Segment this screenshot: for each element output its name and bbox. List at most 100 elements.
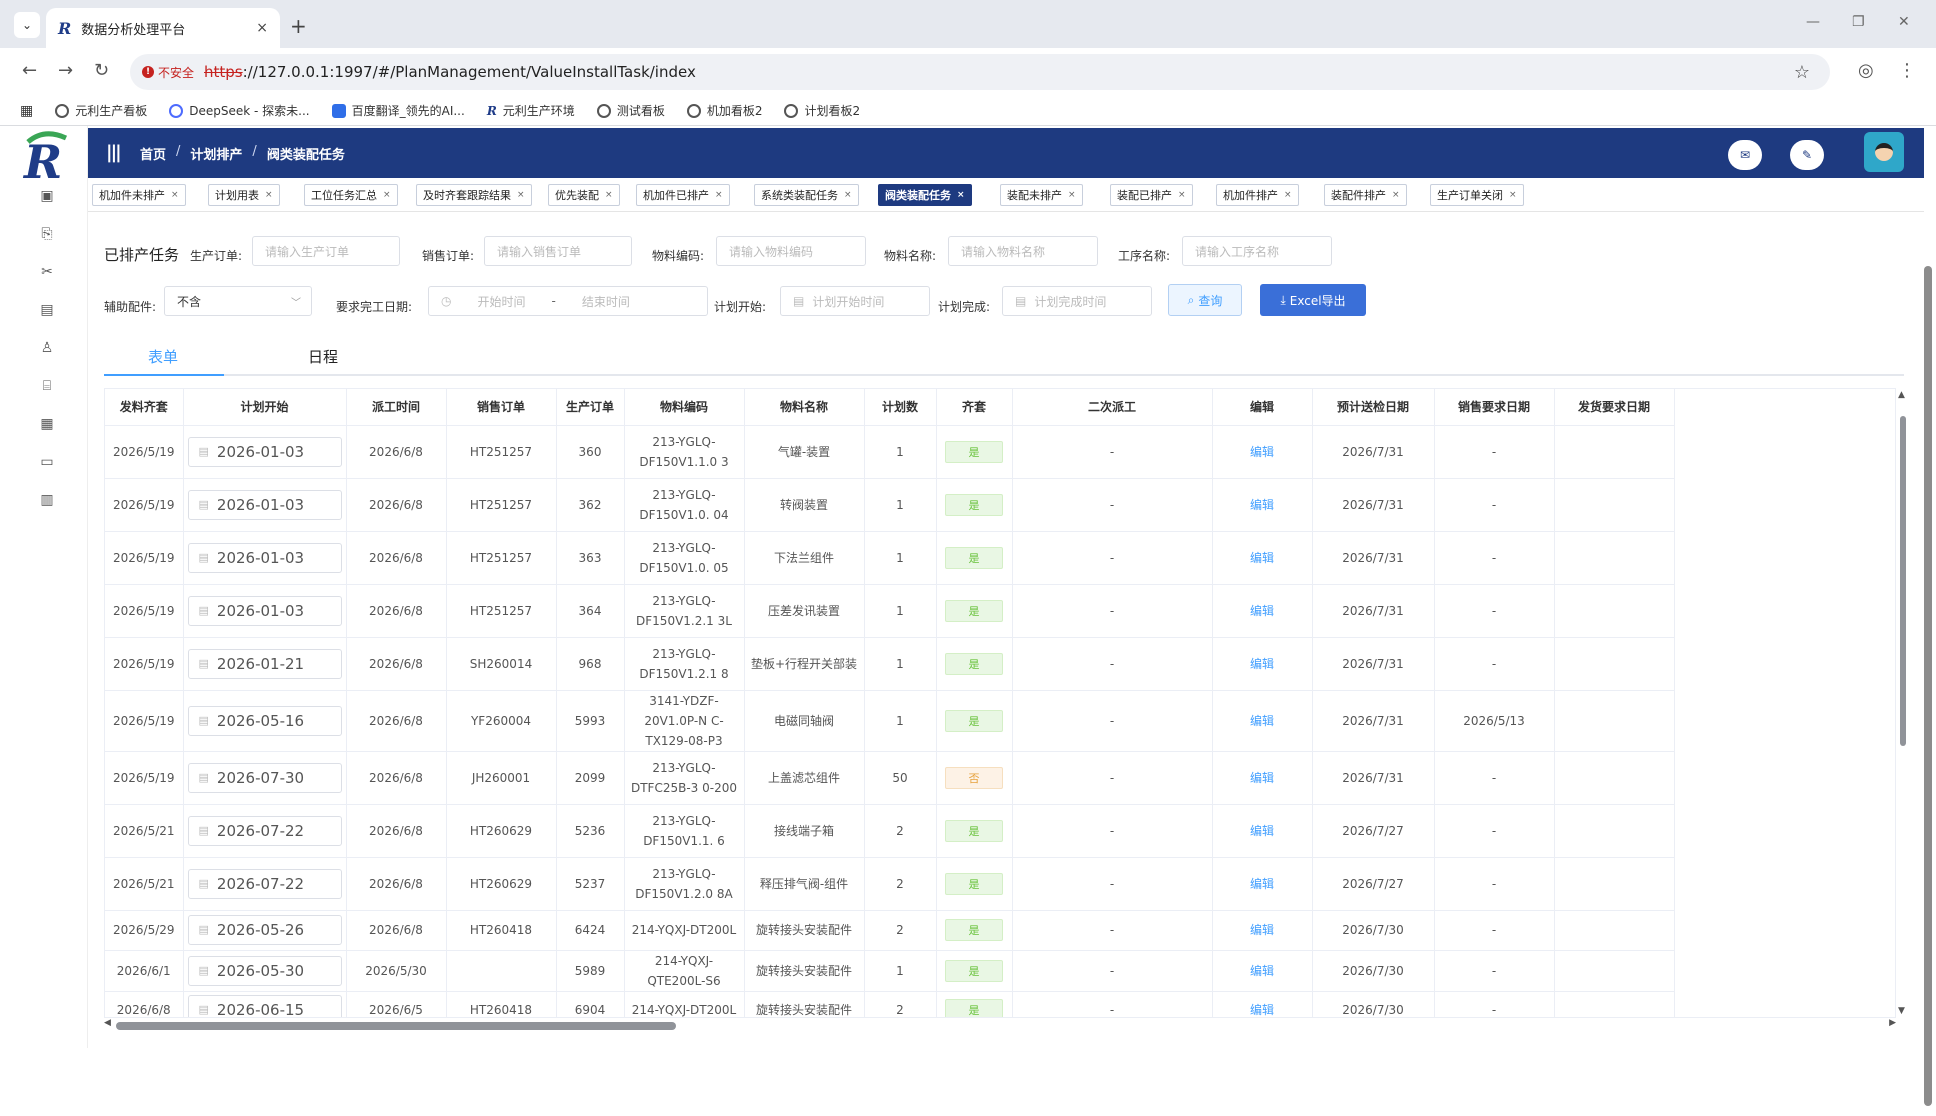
tag-close-icon[interactable]: ×: [1509, 190, 1517, 200]
plan-start-input[interactable]: ▤ 计划开始时间: [780, 286, 930, 316]
tag-close-icon[interactable]: ×: [957, 190, 965, 200]
scroll-up-icon[interactable]: ▲: [1898, 390, 1905, 400]
table-row[interactable]: 2026/5/19 ▤ 2026-07-30 2026/6/8 JH260001 2099…: [105, 751, 1675, 805]
edit-link[interactable]: 编辑: [1250, 445, 1274, 459]
plan-start-date-input[interactable]: ▤ 2026-07-22: [187, 815, 342, 846]
edit-link[interactable]: 编辑: [1250, 604, 1274, 618]
table-row[interactable]: 2026/5/21 ▤ 2026-07-22 2026/6/8 HT260629 5237…: [105, 857, 1675, 911]
apps-grid-icon[interactable]: ▦: [20, 103, 33, 119]
page-scrollbar[interactable]: [1922, 256, 1934, 1116]
tab-schedule[interactable]: 日程: [308, 346, 338, 367]
plan-start-date-input[interactable]: ▤ 2026-01-03: [187, 595, 342, 626]
display-icon[interactable]: ▭: [38, 454, 56, 472]
edit-icon[interactable]: ✎: [1790, 140, 1824, 170]
bookmark-item[interactable]: 元利生产看板: [55, 102, 147, 119]
tag-item[interactable]: 工位任务汇总 ×: [304, 184, 398, 206]
plan-start-date-input[interactable]: ▤ 2026-05-30: [187, 955, 342, 986]
tab-form[interactable]: 表单: [148, 346, 178, 367]
tag-close-icon[interactable]: ×: [605, 190, 613, 200]
tag-item[interactable]: 机加件已排产 ×: [636, 184, 730, 206]
tag-item[interactable]: 计划用表 ×: [208, 184, 280, 206]
tag-item[interactable]: 系统类装配任务 ×: [754, 184, 859, 206]
security-indicator[interactable]: ! 不安全: [142, 64, 204, 81]
window-close-icon[interactable]: ✕: [1898, 14, 1910, 30]
avatar[interactable]: [1864, 132, 1904, 172]
bookmark-item[interactable]: 百度翻译_领先的AI...: [331, 102, 465, 119]
restore-icon[interactable]: ❐: [1852, 14, 1865, 30]
document-search-icon[interactable]: ⎘: [38, 226, 56, 244]
table-row[interactable]: 2026/5/19 ▤ 2026-01-03 2026/6/8 HT251257 360 2…: [105, 425, 1675, 479]
edit-link[interactable]: 编辑: [1250, 771, 1274, 785]
excel-export-button[interactable]: ⤓ Excel导出: [1260, 284, 1366, 316]
bookmark-item[interactable]: DeepSeek - 探索未...: [169, 102, 310, 119]
table-row[interactable]: 2026/5/19 ▤ 2026-01-03 2026/6/8 HT251257 362 2…: [105, 478, 1675, 532]
edit-link[interactable]: 编辑: [1250, 1003, 1274, 1017]
table-row[interactable]: 2026/5/19 ▤ 2026-05-16 2026/6/8 YF260004 5993…: [105, 690, 1675, 752]
plan-start-date-input[interactable]: ▤ 2026-01-03: [187, 542, 342, 573]
forward-icon[interactable]: →: [58, 60, 73, 81]
machine-icon[interactable]: ⌸: [38, 378, 56, 396]
plan-start-date-input[interactable]: ▤ 2026-01-21: [187, 648, 342, 679]
tag-item[interactable]: 装配已排产 ×: [1110, 184, 1193, 206]
tag-item[interactable]: 及时齐套跟踪结果 ×: [416, 184, 532, 206]
aux-select[interactable]: 不含 ﹀: [164, 286, 312, 316]
tag-item[interactable]: 优先装配 ×: [548, 184, 620, 206]
query-button[interactable]: ⌕ 查询: [1168, 284, 1242, 316]
reload-icon[interactable]: ↻: [94, 60, 109, 81]
plan-start-date-input[interactable]: ▤ 2026-06-15: [187, 995, 342, 1017]
calculator-icon[interactable]: ▦: [38, 416, 56, 434]
plan-start-date-input[interactable]: ▤ 2026-01-03: [187, 436, 342, 467]
mail-icon[interactable]: ✉: [1728, 140, 1762, 170]
table-row[interactable]: 2026/6/1 ▤ 2026-05-30 2026/5/30 5989 214-YQXJ…: [105, 950, 1675, 992]
bookmark-star-icon[interactable]: ☆: [1794, 62, 1810, 83]
tag-close-icon[interactable]: ×: [383, 190, 391, 200]
scroll-thumb[interactable]: [116, 1022, 676, 1030]
tag-item[interactable]: 阀类装配任务 ×: [878, 184, 972, 206]
table-row[interactable]: 2026/5/19 ▤ 2026-01-03 2026/6/8 HT251257 363 2…: [105, 531, 1675, 585]
prod-order-input[interactable]: 请输入生产订单: [252, 236, 400, 266]
edit-link[interactable]: 编辑: [1250, 824, 1274, 838]
tag-item[interactable]: 装配未排产 ×: [1000, 184, 1083, 206]
minimize-icon[interactable]: —: [1806, 14, 1820, 30]
tools-icon[interactable]: ✂: [38, 264, 56, 282]
browser-tab[interactable]: R 数据分析处理平台 ×: [46, 8, 280, 48]
plan-start-date-input[interactable]: ▤ 2026-01-03: [187, 489, 342, 520]
tab-search-button[interactable]: ⌄: [14, 12, 40, 38]
tag-close-icon[interactable]: ×: [517, 190, 525, 200]
table-row[interactable]: 2026/5/19 ▤ 2026-01-03 2026/6/8 HT251257 364 2…: [105, 584, 1675, 638]
calendar-icon[interactable]: ▥: [38, 492, 56, 510]
new-tab-icon[interactable]: +: [290, 14, 307, 38]
sales-order-input[interactable]: 请输入销售订单: [484, 236, 632, 266]
scroll-down-icon[interactable]: ▼: [1898, 1006, 1905, 1016]
bookmark-item[interactable]: R 元利生产环境: [487, 102, 575, 119]
url-text[interactable]: https://127.0.0.1:1997/#/PlanManagement/…: [204, 63, 696, 81]
bookmark-item[interactable]: 计划看板2: [784, 102, 860, 119]
plan-start-date-input[interactable]: ▤ 2026-05-16: [187, 705, 342, 736]
browser-menu-icon[interactable]: ⋮: [1898, 60, 1916, 81]
tag-item[interactable]: 机加件未排产 ×: [92, 184, 186, 206]
edit-link[interactable]: 编辑: [1250, 657, 1274, 671]
tag-close-icon[interactable]: ×: [1068, 190, 1076, 200]
edit-link[interactable]: 编辑: [1250, 877, 1274, 891]
scroll-thumb[interactable]: [1924, 266, 1932, 1106]
table-row[interactable]: 2026/5/21 ▤ 2026-07-22 2026/6/8 HT260629 5236…: [105, 804, 1675, 858]
edit-link[interactable]: 编辑: [1250, 923, 1274, 937]
edit-link[interactable]: 编辑: [1250, 714, 1274, 728]
edit-link[interactable]: 编辑: [1250, 498, 1274, 512]
profile-icon[interactable]: ◎: [1858, 60, 1874, 81]
monitor-icon[interactable]: ▣: [38, 188, 56, 206]
table-horizontal-scrollbar[interactable]: ◀ ▶: [104, 1018, 1896, 1032]
tag-item[interactable]: 装配件排产 ×: [1324, 184, 1407, 206]
bookmark-item[interactable]: 测试看板: [596, 102, 665, 119]
breadcrumb-home[interactable]: 首页: [140, 144, 166, 163]
table-row[interactable]: 2026/5/29 ▤ 2026-05-26 2026/6/8 HT260418 6424…: [105, 910, 1675, 951]
due-date-range[interactable]: ◷ 开始时间 - 结束时间: [428, 286, 708, 316]
stamp-icon[interactable]: ♙: [38, 340, 56, 358]
edit-link[interactable]: 编辑: [1250, 551, 1274, 565]
plan-start-date-input[interactable]: ▤ 2026-05-26: [187, 915, 342, 945]
tag-close-icon[interactable]: ×: [1284, 190, 1292, 200]
material-name-input[interactable]: 请输入物料名称: [948, 236, 1098, 266]
scroll-right-icon[interactable]: ▶: [1889, 1018, 1896, 1028]
breadcrumb-plan[interactable]: 计划排产: [190, 144, 242, 163]
material-code-input[interactable]: 请输入物料编码: [716, 236, 866, 266]
